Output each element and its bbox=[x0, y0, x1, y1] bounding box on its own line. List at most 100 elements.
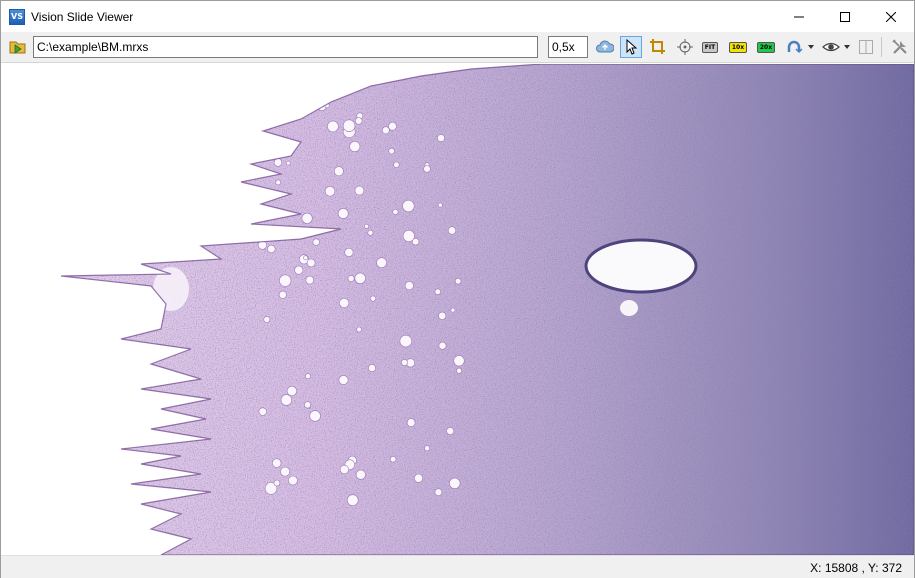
tissue-vacuole bbox=[312, 238, 320, 246]
tissue-vacuole bbox=[392, 208, 399, 215]
tissue-vacuole bbox=[324, 186, 336, 197]
tissue-vacuole bbox=[267, 244, 276, 254]
view-options-button[interactable] bbox=[821, 36, 853, 58]
tissue-vacuole bbox=[272, 458, 282, 468]
tissue-vacuole bbox=[406, 418, 416, 427]
tissue-vacuole bbox=[346, 494, 359, 507]
tissue-vacuole bbox=[381, 126, 390, 135]
upload-button[interactable] bbox=[594, 36, 616, 58]
chevron-down-icon bbox=[808, 45, 814, 49]
tissue-vacuole bbox=[413, 473, 423, 483]
tissue-vacuole bbox=[309, 410, 321, 422]
tissue-vacuole bbox=[456, 367, 462, 374]
tissue-vacuole bbox=[327, 120, 339, 133]
open-folder-icon bbox=[9, 41, 26, 54]
tissue-vacuole bbox=[437, 202, 443, 208]
chevron-down-icon bbox=[844, 45, 850, 49]
tissue-vacuole bbox=[258, 407, 267, 416]
tissue-vacuole bbox=[339, 297, 350, 309]
tissue-vacuole bbox=[388, 121, 397, 131]
tissue-vacuole bbox=[349, 141, 361, 153]
window-controls bbox=[776, 1, 914, 32]
tissue-vacuole bbox=[333, 166, 344, 177]
tissue-vacuole bbox=[278, 290, 287, 299]
zoom-10x-button[interactable]: 10x bbox=[727, 36, 749, 58]
tissue-vacuole bbox=[388, 147, 395, 155]
toolbar-separator bbox=[881, 37, 882, 57]
tissue-vacuole bbox=[272, 98, 282, 108]
zoom-10x-label: 10x bbox=[728, 41, 748, 53]
file-path-input[interactable]: C:\example\BM.mrxs bbox=[33, 36, 538, 58]
tissue-vacuole bbox=[347, 275, 355, 282]
tissue-vacuole bbox=[454, 278, 462, 285]
window-title: Vision Slide Viewer bbox=[31, 9, 134, 24]
tissue-vacuole bbox=[285, 160, 291, 166]
tissue-vacuole bbox=[339, 464, 350, 475]
tissue-vacuole bbox=[354, 185, 365, 196]
tissue-vacuole bbox=[303, 255, 308, 261]
tissue-vacuole bbox=[279, 274, 292, 287]
zoom-level-input[interactable]: 0,5x bbox=[548, 36, 588, 58]
tissue-vacuole bbox=[437, 134, 445, 142]
tissue-vacuole bbox=[286, 385, 298, 397]
tissue-vacuole bbox=[305, 275, 315, 285]
tissue-vacuole bbox=[356, 326, 362, 333]
tissue-vacuole bbox=[434, 288, 441, 295]
crop-icon bbox=[650, 39, 665, 54]
zoom-20x-button[interactable]: 20x bbox=[755, 36, 777, 58]
tissue-vacuole bbox=[306, 258, 316, 268]
tissue-vacuole bbox=[280, 466, 290, 477]
split-view-button[interactable] bbox=[855, 36, 877, 58]
fit-button[interactable]: FIT bbox=[699, 36, 721, 58]
tissue-vacuole bbox=[367, 229, 374, 236]
tissue-vacuole bbox=[262, 226, 270, 234]
maximize-button[interactable] bbox=[822, 1, 868, 32]
tissue-vacuole bbox=[368, 364, 376, 372]
tissue-vacuole bbox=[280, 394, 293, 406]
center-button[interactable] bbox=[674, 36, 696, 58]
rotate-button[interactable] bbox=[785, 36, 817, 58]
tissue-vacuole bbox=[404, 281, 414, 291]
rotate-icon bbox=[787, 40, 814, 54]
status-bar: X: 15808 , Y: 372 bbox=[1, 555, 914, 578]
eye-icon bbox=[822, 42, 850, 52]
app-window: VS Vision Slide Viewer C:\example\BM.mrx… bbox=[0, 0, 915, 578]
tissue-vacuole bbox=[273, 158, 283, 167]
tissue-vacuole bbox=[393, 161, 400, 168]
minimize-button[interactable] bbox=[776, 1, 822, 32]
slide-viewport[interactable] bbox=[1, 64, 914, 555]
tissue-vacuole bbox=[402, 199, 415, 213]
crop-button[interactable] bbox=[647, 36, 669, 58]
pointer-icon bbox=[626, 39, 637, 55]
tissue-vacuole bbox=[305, 373, 311, 380]
slide-image[interactable] bbox=[1, 64, 914, 555]
maximize-icon bbox=[840, 11, 850, 22]
tissue-vacuole bbox=[263, 316, 271, 323]
tissue-vacuole bbox=[438, 341, 447, 350]
tissue-vacuole bbox=[438, 311, 447, 320]
tissue-vacuole bbox=[337, 208, 349, 219]
close-button[interactable] bbox=[868, 1, 914, 32]
tissue-vacuole bbox=[453, 355, 465, 367]
tissue-vacuole bbox=[450, 307, 456, 313]
tissue-vacuole bbox=[338, 375, 349, 385]
tissue-vacuole bbox=[447, 226, 457, 235]
open-button[interactable] bbox=[7, 36, 29, 58]
tissue-vacuole bbox=[355, 469, 366, 480]
tissue-vacuole bbox=[275, 179, 282, 186]
tissue-vacuole bbox=[344, 247, 354, 257]
tools-button[interactable] bbox=[889, 36, 911, 58]
cloud-upload-icon bbox=[596, 40, 614, 53]
tissue-vacuole bbox=[370, 295, 377, 302]
zoom-20x-label: 20x bbox=[756, 41, 776, 53]
tissue-vacuole bbox=[400, 359, 408, 366]
tissue-vacuole bbox=[399, 334, 412, 348]
tissue-vacuole bbox=[424, 445, 430, 452]
minimize-icon bbox=[794, 16, 804, 17]
title-bar[interactable]: VS Vision Slide Viewer bbox=[1, 1, 914, 32]
tissue-vacuole bbox=[301, 212, 313, 224]
tissue-lesion bbox=[584, 238, 698, 294]
select-tool-button[interactable] bbox=[620, 36, 642, 58]
tissue-vacuole bbox=[294, 265, 304, 275]
crosshair-icon bbox=[677, 39, 693, 55]
